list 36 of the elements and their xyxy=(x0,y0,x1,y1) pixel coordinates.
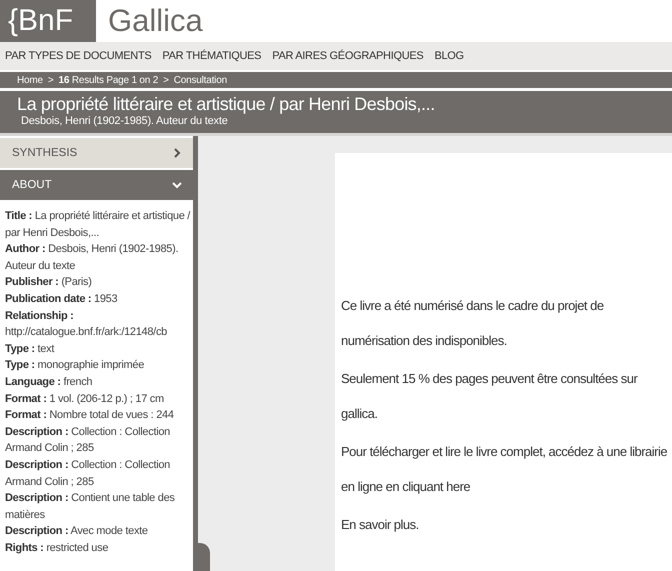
metadata-entry: Description : Contient une table des matières xyxy=(5,491,176,523)
notice-text: Seulement 15 % des pages peuvent être consultées sur gallica. xyxy=(341,370,639,423)
breadcrumb-link[interactable]: 16 Results Page 1 on 2 xyxy=(58,74,158,86)
breadcrumb-separator: > xyxy=(163,74,169,86)
nav-link[interactable]: BLOG xyxy=(434,50,464,62)
metadata-entry: Description : Avec mode texte xyxy=(5,524,149,540)
document-title: La propriété littéraire et artistique / par Henri Desbois,... xyxy=(17,94,436,115)
metadata-entry: Type : monographie imprimée xyxy=(5,358,146,374)
document-author: Desbois, Henri (1902-1985). Auteur du texte xyxy=(20,115,229,127)
metadata-entry: Rights : restricted use xyxy=(5,540,110,556)
nav-link[interactable]: PAR AIRES GÉOGRAPHIQUES xyxy=(272,50,424,62)
notice-text: Pour télécharger et lire le livre complet, accédez à une librairie en ligne en cliquant here xyxy=(341,443,668,496)
metadata-entry: Publication date : 1953 xyxy=(5,292,118,307)
metadata-entry: Type : text xyxy=(5,342,56,357)
site-name: Gallica xyxy=(107,2,203,40)
metadata-entry: Title : La propriété littéraire et artistique / par Henri Desbois,... xyxy=(5,209,191,241)
metadata-entry: Publisher : (Paris) xyxy=(5,275,93,290)
scroll-handle[interactable] xyxy=(198,543,210,571)
nav-link[interactable]: PAR TYPES DE DOCUMENTS xyxy=(5,50,152,62)
section-header[interactable]: ABOUT xyxy=(0,170,193,200)
metadata-entry: Description : Collection : Collection Armand Colin ; 285 xyxy=(5,424,171,456)
metadata-entry: Language : french xyxy=(5,374,94,390)
section-label: SYNTHESIS xyxy=(12,147,78,159)
section-label: ABOUT xyxy=(12,179,52,191)
notice-text: En savoir plus. xyxy=(341,516,420,534)
section-header[interactable]: SYNTHESIS xyxy=(0,138,193,168)
logo[interactable]: {BnF xyxy=(0,0,96,42)
breadcrumb-separator: > xyxy=(48,74,54,86)
breadcrumb-link[interactable]: Home xyxy=(17,74,43,86)
notice-text: Ce livre a été numérisé dans le cadre du projet de numérisation des indisponibles. xyxy=(341,297,605,350)
metadata-entry: Format : 1 vol. (206-12 p.) ; 17 cm xyxy=(5,392,165,407)
metadata-entry: Description : Collection : Collection Armand Colin ; 285 xyxy=(5,458,171,490)
metadata-entry: Author : Desbois, Henri (1902-1985). Auteur du texte xyxy=(5,242,180,274)
nav-link[interactable]: PAR THÉMATIQUES xyxy=(162,50,262,62)
breadcrumb-link[interactable]: Consultation xyxy=(174,74,227,86)
metadata-entry: Format : Nombre total de vues : 244 xyxy=(5,408,175,424)
